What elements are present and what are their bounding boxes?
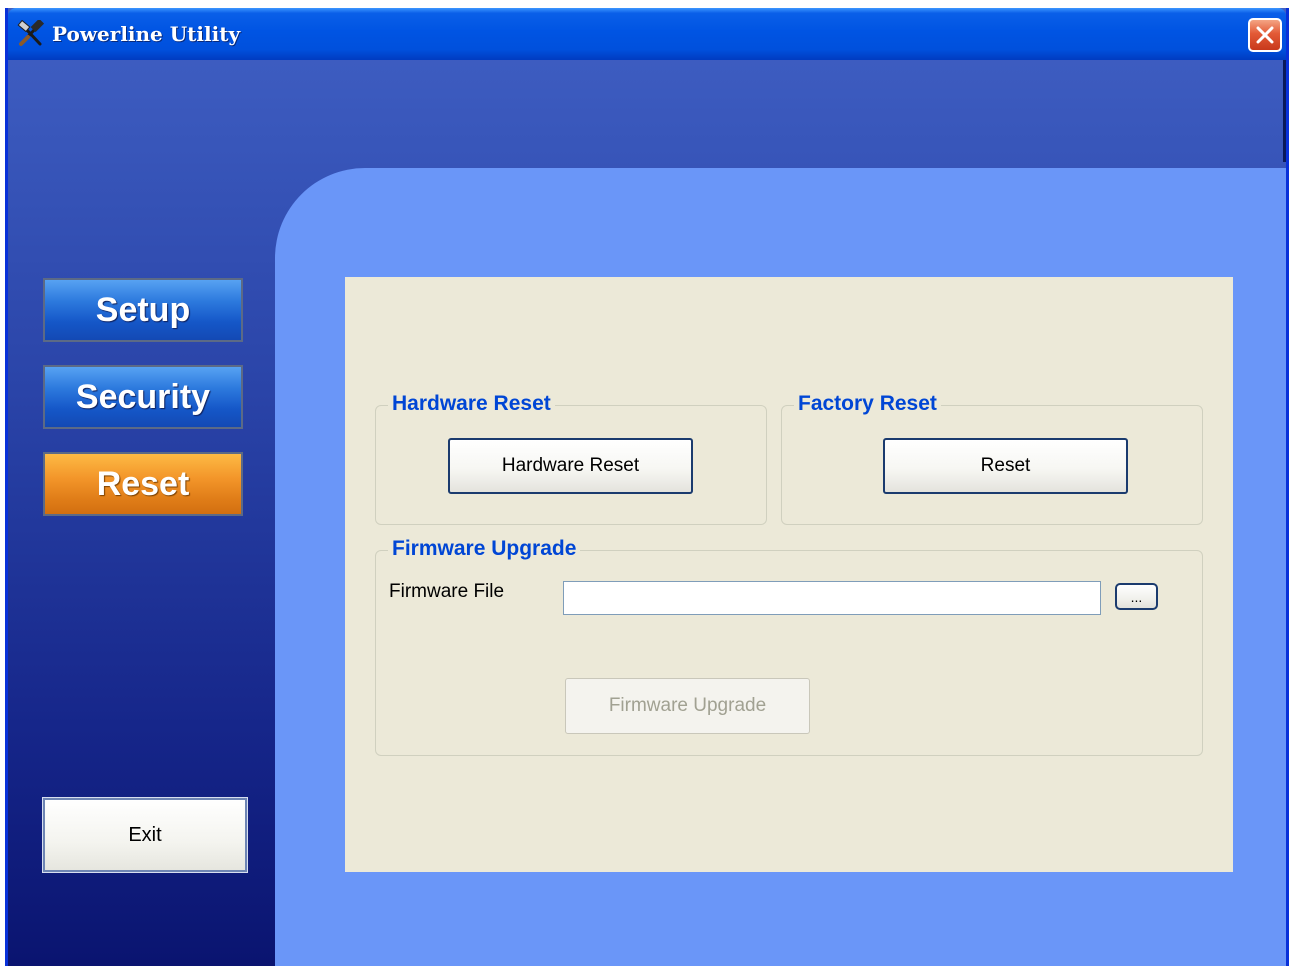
- nav-reset-button[interactable]: Reset: [43, 452, 243, 516]
- window-edge: [1283, 60, 1286, 162]
- nav-security-button[interactable]: Security: [43, 365, 243, 429]
- hardware-reset-button[interactable]: Hardware Reset: [448, 438, 693, 494]
- title-bar[interactable]: Powerline Utility: [8, 8, 1286, 60]
- firmware-upgrade-legend: Firmware Upgrade: [388, 537, 581, 561]
- hardware-reset-button-label: Hardware Reset: [501, 455, 640, 476]
- firmware-upgrade-button-label: Firmware Upgrade: [608, 695, 767, 716]
- app-window: Powerline Utility Setup Security Reset E…: [5, 8, 1289, 966]
- firmware-upgrade-button[interactable]: Firmware Upgrade: [565, 678, 810, 734]
- factory-reset-legend: Factory Reset: [794, 392, 941, 416]
- browse-button-label: ...: [1130, 589, 1143, 605]
- nav-security-label: Security: [75, 377, 211, 416]
- exit-button[interactable]: Exit: [42, 797, 248, 873]
- factory-reset-button-label: Reset: [980, 455, 1031, 476]
- nav-reset-label: Reset: [96, 464, 190, 503]
- nav-setup-label: Setup: [95, 290, 191, 329]
- firmware-file-label: Firmware File: [389, 581, 505, 602]
- hardware-reset-legend: Hardware Reset: [388, 392, 555, 416]
- reset-form: Hardware Reset Hardware Reset Factory Re…: [345, 277, 1233, 872]
- exit-label: Exit: [128, 823, 162, 846]
- close-button[interactable]: [1248, 18, 1282, 52]
- tools-icon: [16, 18, 46, 48]
- factory-reset-button[interactable]: Reset: [883, 438, 1128, 494]
- browse-button[interactable]: ...: [1115, 583, 1158, 610]
- window-title: Powerline Utility: [52, 22, 241, 46]
- firmware-file-input[interactable]: [563, 581, 1101, 615]
- nav-setup-button[interactable]: Setup: [43, 278, 243, 342]
